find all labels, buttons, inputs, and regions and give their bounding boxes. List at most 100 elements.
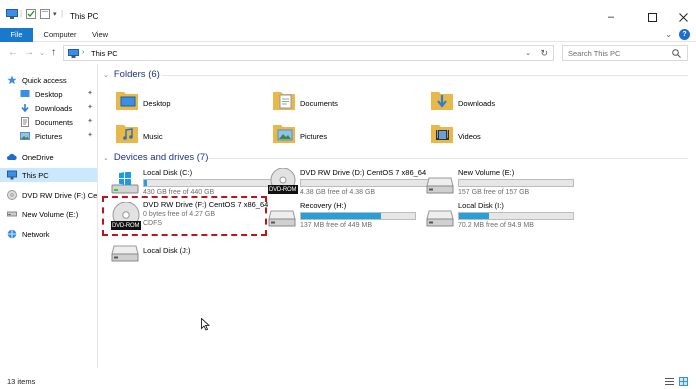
drive-d-dvd[interactable]: DVD-ROM DVD RW Drive (D:) CentOS 7 x86_6… — [268, 168, 430, 204]
navigation-pane: Quick access Desktop ✦ Downloads ✦ Docum… — [0, 64, 98, 368]
pictures-folder-icon — [273, 125, 295, 143]
sidebar-item-downloads[interactable]: Downloads ✦ — [0, 101, 97, 115]
sidebar-item-desktop[interactable]: Desktop ✦ — [0, 87, 97, 101]
drive-free-space: 4.38 GB free of 4.38 GB — [300, 189, 376, 196]
folder-desktop[interactable]: Desktop — [115, 87, 245, 119]
sidebar-item-documents[interactable]: Documents ✦ — [0, 115, 97, 129]
drive-icon — [426, 177, 454, 194]
folder-pictures[interactable]: Pictures — [272, 120, 402, 152]
tab-view[interactable]: View — [86, 28, 114, 42]
computer-icon[interactable] — [6, 9, 18, 19]
desktop-folder-icon — [116, 92, 138, 110]
desktop-folder-icon — [20, 90, 30, 97]
drive-icon — [7, 211, 17, 217]
address-bar[interactable]: › This PC ⌄ ↻ — [63, 45, 554, 61]
title-bar: | ▾ | This PC – — [0, 0, 696, 28]
help-icon[interactable]: ? — [679, 29, 690, 40]
pictures-folder-icon — [20, 132, 30, 140]
sidebar-item-label: Pictures — [35, 131, 63, 141]
windows-drive-icon — [111, 172, 139, 194]
drive-h[interactable]: Recovery (H:) 137 MB free of 449 MB — [268, 201, 428, 237]
breadcrumb-chevron-icon[interactable]: › — [82, 49, 84, 56]
drive-free-space: 137 MB free of 449 MB — [300, 222, 372, 229]
address-dropdown-icon[interactable]: ⌄ — [525, 49, 531, 57]
drive-usage-fill — [144, 180, 147, 186]
sidebar-item-new-volume-e[interactable]: New Volume (E:) — [0, 207, 97, 221]
close-button[interactable] — [668, 6, 696, 28]
drive-icon — [268, 210, 296, 227]
search-input[interactable]: Search This PC — [562, 45, 688, 61]
mouse-cursor-icon — [201, 318, 210, 331]
close-icon — [678, 12, 688, 22]
status-bar: 13 items — [0, 369, 696, 389]
new-folder-icon[interactable] — [40, 9, 50, 19]
drives-section-header[interactable]: ⌄ Devices and drives (7) — [103, 152, 208, 163]
breadcrumb[interactable]: This PC — [91, 49, 118, 58]
drive-icon — [426, 210, 454, 227]
drive-name: New Volume (E:) — [458, 168, 515, 177]
folder-documents[interactable]: Documents — [272, 87, 402, 119]
documents-folder-icon — [21, 117, 29, 127]
folder-label: Documents — [300, 99, 338, 108]
star-icon — [7, 75, 17, 85]
sidebar-item-this-pc[interactable]: This PC — [0, 168, 97, 182]
folder-downloads[interactable]: Downloads — [430, 87, 560, 119]
drive-usage-bar — [300, 212, 416, 220]
sidebar-item-label: OneDrive — [22, 152, 54, 162]
drive-name: Local Disk (C:) — [143, 168, 193, 177]
collapse-icon[interactable]: ⌄ — [103, 154, 109, 162]
folder-music[interactable]: Music — [115, 120, 245, 152]
search-placeholder: Search This PC — [568, 49, 621, 58]
pin-icon[interactable]: ✦ — [87, 103, 93, 111]
pin-icon[interactable]: ✦ — [87, 131, 93, 139]
minimize-button[interactable]: – — [596, 6, 626, 28]
title-separator: | — [20, 9, 23, 18]
downloads-folder-icon — [431, 92, 453, 110]
sidebar-item-quick-access[interactable]: Quick access — [0, 73, 97, 87]
dvd-icon — [7, 190, 17, 200]
drive-i[interactable]: Local Disk (I:) 70.2 MB free of 94.9 MB — [426, 201, 586, 237]
drive-name: Recovery (H:) — [300, 201, 347, 210]
pin-icon[interactable]: ✦ — [87, 89, 93, 97]
drive-j[interactable]: Local Disk (J:) — [111, 243, 271, 279]
item-count: 13 items — [7, 377, 36, 386]
documents-folder-icon — [273, 92, 295, 110]
section-divider — [162, 75, 688, 76]
folders-section-header[interactable]: ⌄ Folders (6) — [103, 69, 160, 80]
refresh-icon[interactable]: ↻ — [540, 48, 548, 59]
sidebar-item-dvd-drive-f[interactable]: DVD RW Drive (F:) Ce — [0, 188, 97, 202]
sidebar-item-network[interactable]: Network — [0, 227, 97, 241]
dvd-rom-badge: DVD-ROM — [269, 187, 297, 193]
file-explorer-window: | ▾ | This PC – File Computer View ⌄ ? ←… — [0, 0, 696, 389]
folder-videos[interactable]: Videos — [430, 120, 560, 152]
back-button[interactable]: ← — [8, 47, 18, 58]
folder-label: Videos — [458, 132, 481, 141]
drive-usage-fill — [459, 213, 489, 219]
drive-name: Local Disk (J:) — [143, 246, 191, 255]
tiles-view-icon[interactable] — [679, 377, 688, 386]
highlight-box — [102, 196, 267, 236]
recent-locations-icon[interactable]: ⌄ — [39, 49, 45, 57]
drive-free-space: 430 GB free of 440 GB — [143, 189, 215, 196]
sidebar-item-onedrive[interactable]: OneDrive — [0, 150, 97, 164]
up-button[interactable]: ↑ — [51, 47, 56, 58]
drive-icon — [111, 245, 139, 262]
folder-label: Desktop — [143, 99, 171, 108]
collapse-icon[interactable]: ⌄ — [103, 71, 109, 79]
properties-icon[interactable] — [26, 9, 36, 19]
quick-access-toolbar-dropdown-icon[interactable]: ▾ — [53, 10, 57, 18]
sidebar-item-label: Network — [22, 229, 50, 239]
sidebar-item-pictures[interactable]: Pictures ✦ — [0, 129, 97, 143]
expand-ribbon-icon[interactable]: ⌄ — [665, 30, 672, 39]
maximize-icon — [647, 12, 657, 22]
tab-computer[interactable]: Computer — [38, 28, 82, 42]
tab-file[interactable]: File — [0, 28, 33, 42]
drive-usage-bar — [143, 179, 273, 187]
forward-button[interactable]: → — [24, 47, 34, 58]
folder-label: Music — [143, 132, 163, 141]
pin-icon[interactable]: ✦ — [87, 117, 93, 125]
details-view-icon[interactable] — [665, 377, 674, 386]
computer-icon — [7, 170, 17, 180]
maximize-button[interactable] — [637, 6, 667, 28]
drive-e[interactable]: New Volume (E:) 157 GB free of 157 GB — [426, 168, 586, 204]
